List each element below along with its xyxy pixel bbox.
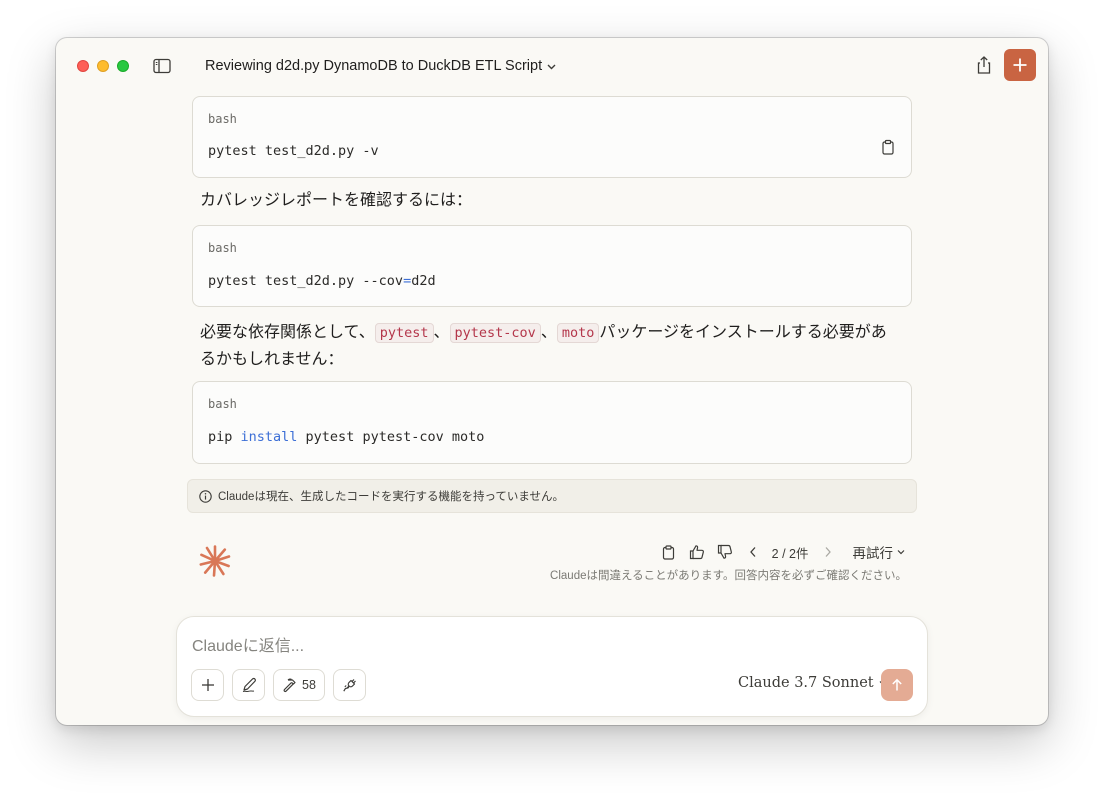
thumbs-up-button[interactable]: [688, 543, 706, 561]
pen-icon: [242, 677, 256, 692]
code-language-label: bash: [208, 397, 237, 411]
clipboard-icon[interactable]: [881, 139, 895, 155]
model-name: Claude 3.7 Sonnet: [738, 675, 874, 691]
next-version-button[interactable]: [819, 543, 837, 561]
app-window: Reviewing d2d.py DynamoDB to DuckDB ETL …: [56, 38, 1048, 725]
inline-code: pytest: [374, 323, 434, 343]
sidebar-toggle-icon[interactable]: [153, 58, 171, 74]
title-bar: Reviewing d2d.py DynamoDB to DuckDB ETL …: [56, 38, 1048, 92]
reply-input[interactable]: Claudeに返信...: [192, 632, 304, 656]
clipboard-icon: [663, 544, 675, 560]
conversation-title: Reviewing d2d.py DynamoDB to DuckDB ETL …: [205, 58, 543, 74]
conversation-title-menu[interactable]: Reviewing d2d.py DynamoDB to DuckDB ETL …: [205, 55, 557, 77]
message-actions: 2 / 2件 再試行: [660, 541, 906, 563]
inline-code: pytest-cov: [449, 323, 541, 343]
claude-logo-icon: [199, 545, 231, 577]
paragraph-text: パッケージをインストールする必要があ: [599, 322, 887, 341]
retry-label: 再試行: [852, 546, 894, 561]
inline-code: moto: [556, 323, 600, 343]
minimize-window-button[interactable]: [97, 60, 109, 72]
chevron-down-icon: [547, 64, 556, 69]
share-icon[interactable]: [975, 55, 993, 75]
paragraph-text: 必要な依存関係として、: [200, 322, 375, 341]
code-block: bash pytest test_d2d.py --cov=d2d: [192, 225, 912, 307]
code-text: pip: [208, 429, 241, 445]
code-line: pytest test_d2d.py --cov=d2d: [208, 273, 436, 289]
thumbs-down-icon: [717, 544, 732, 559]
chevron-left-icon: [749, 547, 756, 557]
paragraph: カバレッジレポートを確認するには：: [200, 190, 473, 209]
previous-version-button[interactable]: [744, 543, 762, 561]
code-line: pytest test_d2d.py -v: [208, 143, 379, 159]
chevron-right-icon: [825, 547, 831, 557]
paragraph: 必要な依存関係として、 pytest、 pytest-cov、 moto パッケージをイ…: [200, 319, 890, 372]
writing-style-button[interactable]: [232, 669, 265, 701]
thumbs-up-icon: [689, 545, 704, 560]
new-chat-button[interactable]: [1004, 49, 1036, 81]
send-button[interactable]: [881, 669, 913, 701]
tools-count: 58: [302, 678, 316, 692]
disclaimer: Claudeは間違えることがあります。回答内容を必ずご確認ください。: [550, 570, 907, 582]
plus-icon: [201, 679, 214, 691]
code-block: bash pip install pytest pytest-cov moto: [192, 381, 912, 464]
paragraph-text: 、: [540, 322, 557, 341]
chevron-down-icon: [897, 550, 905, 555]
arrow-up-icon: [892, 678, 902, 691]
thumbs-down-button[interactable]: [716, 543, 734, 561]
code-block: bash pytest test_d2d.py -v: [192, 96, 912, 178]
code-language-label: bash: [208, 112, 237, 126]
add-attachment-button[interactable]: [191, 669, 224, 701]
tools-button[interactable]: 58: [273, 669, 325, 701]
notice-text: Claudeは現在、生成したコードを実行する機能を持っていません。: [218, 491, 565, 503]
code-keyword: install: [240, 429, 298, 445]
paragraph-text: るかもしれません：: [200, 349, 344, 368]
code-line: pip install pytest pytest-cov moto: [208, 429, 484, 445]
plus-icon: [1013, 58, 1027, 72]
info-icon: [199, 489, 212, 503]
copy-response-button[interactable]: [660, 543, 678, 561]
retry-button[interactable]: 再試行: [853, 542, 907, 562]
model-selector[interactable]: Claude 3.7 Sonnet: [738, 675, 888, 691]
code-execution-notice: Claudeは現在、生成したコードを実行する機能を持っていません。: [187, 479, 917, 513]
code-language-label: bash: [208, 241, 237, 255]
zoom-window-button[interactable]: [117, 60, 129, 72]
version-indicator: 2 / 2件: [771, 546, 809, 561]
integrations-button[interactable]: [333, 669, 366, 701]
code-operator: =: [403, 273, 412, 289]
plug-icon: [342, 679, 356, 692]
code-text: pytest pytest-cov moto: [297, 429, 485, 445]
paragraph-text: 、: [433, 322, 450, 341]
hammer-icon: [283, 678, 296, 693]
code-text: pytest test_d2d.py --cov: [208, 273, 404, 289]
close-window-button[interactable]: [77, 60, 89, 72]
code-text: d2d: [411, 273, 436, 289]
composer: Claudeに返信... 58 Claude 3.7 Sonnet: [176, 616, 928, 717]
